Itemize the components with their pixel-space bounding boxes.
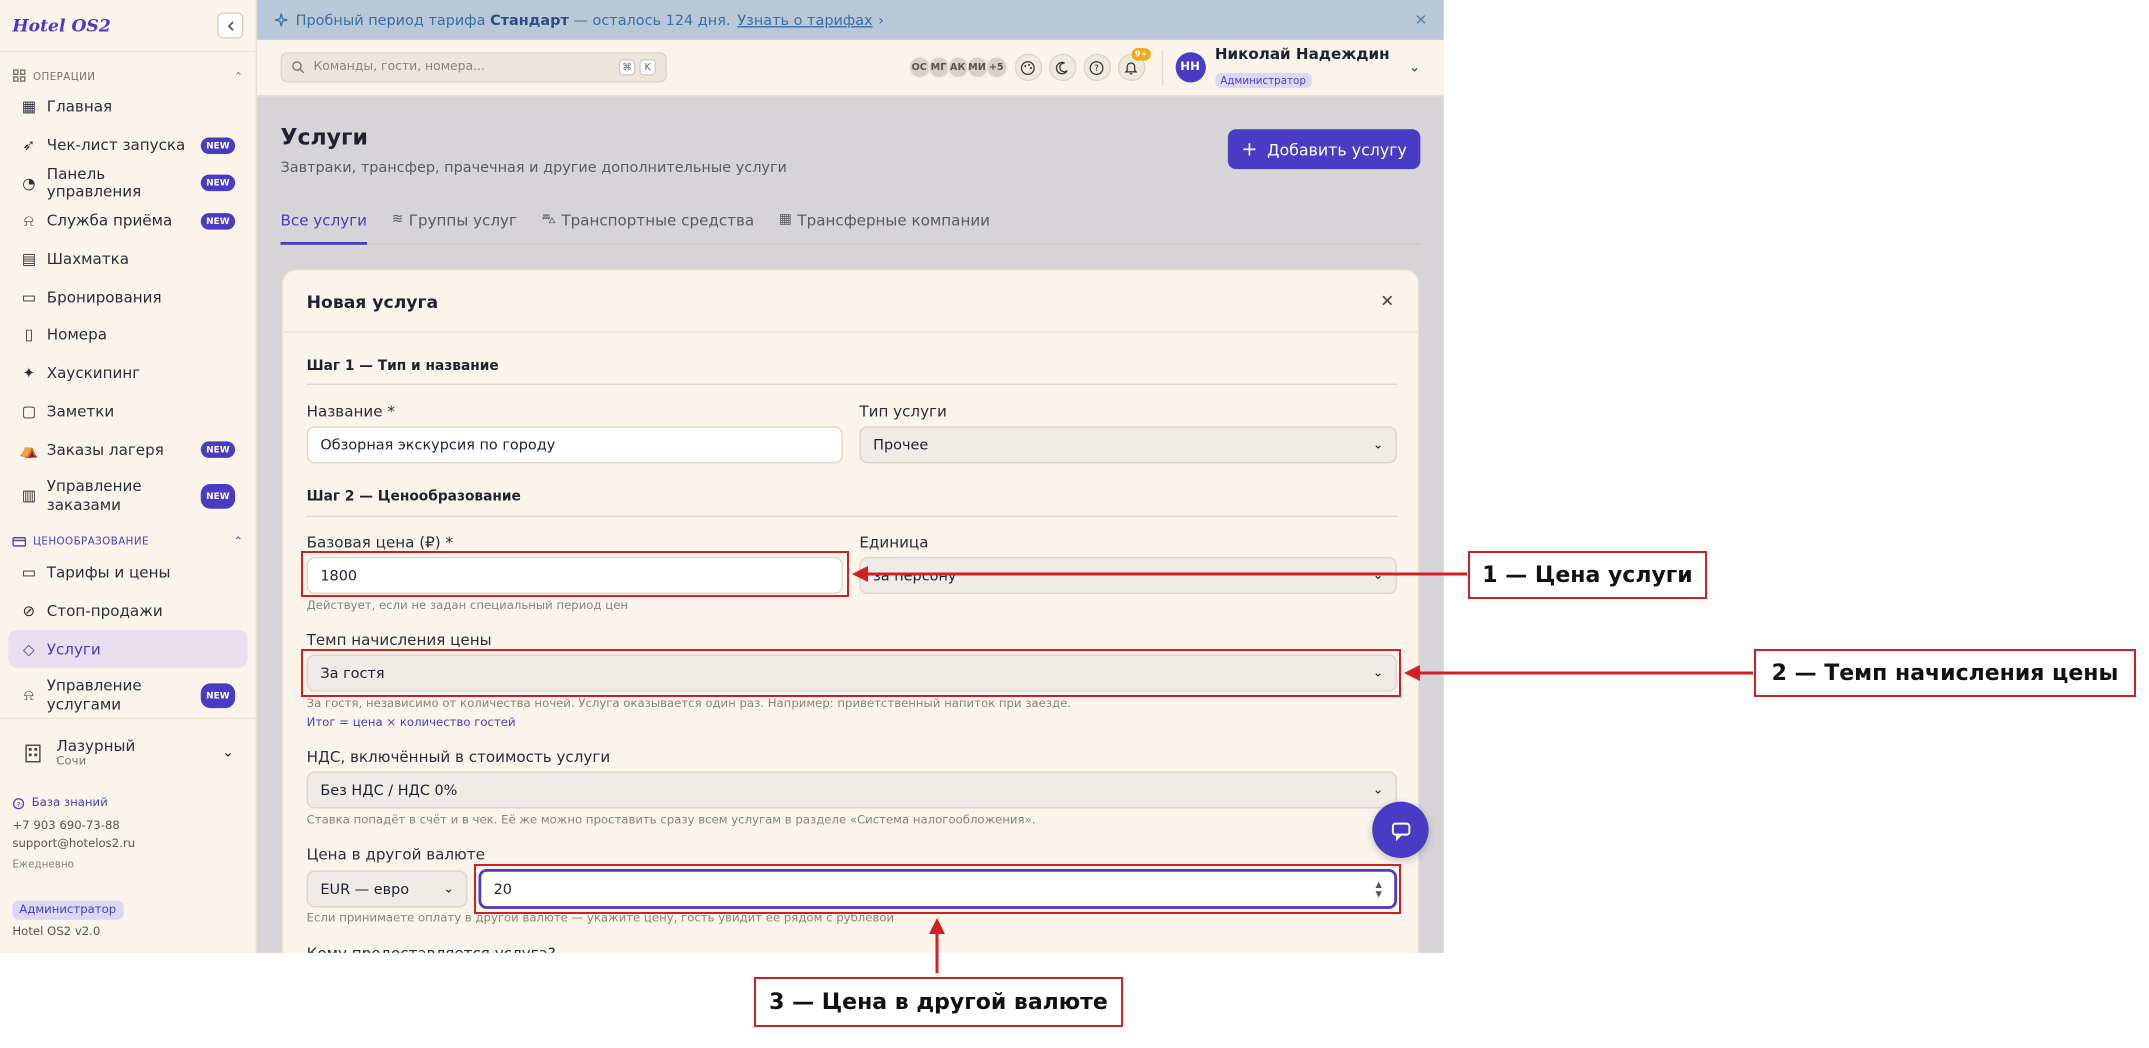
callout-price: 1 — Цена услуги	[1468, 551, 1707, 599]
callout-rate: 2 — Темп начисления цены	[1754, 649, 2136, 697]
screenshot-root: Hotel OS2 ОПЕРАЦИИ ⌃ ▦ Главная ➶ Чек-лист з…	[0, 0, 2149, 1048]
annotation-arrows	[852, 566, 1753, 973]
callout-currency: 3 — Цена в другой валюте	[754, 977, 1123, 1027]
